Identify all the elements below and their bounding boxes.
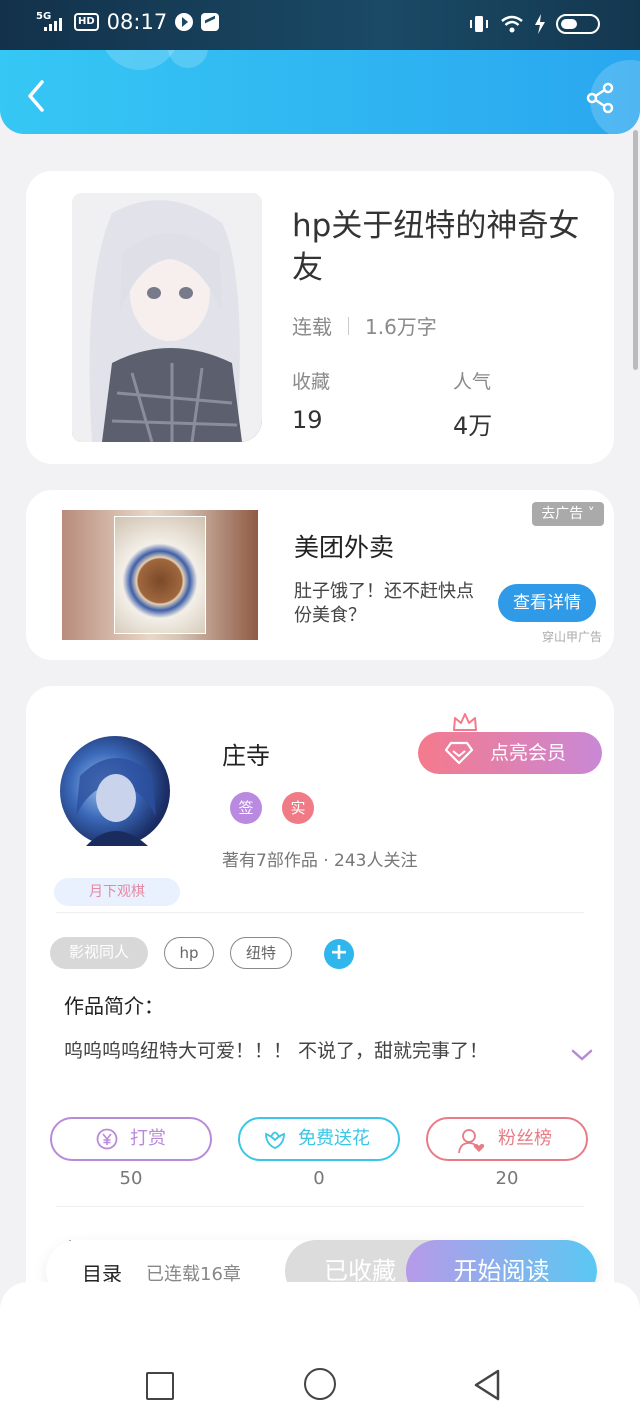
play-icon — [175, 13, 194, 31]
hd-icon: HD — [74, 13, 99, 31]
book-status: 连载 — [292, 315, 332, 339]
back-icon[interactable] — [22, 78, 52, 114]
chevron-down-icon[interactable] — [570, 1048, 594, 1062]
crown-icon — [453, 713, 477, 731]
telegram-icon — [201, 13, 220, 31]
tag-hp[interactable]: hp — [164, 937, 214, 969]
book-title: hp关于纽特的神奇女友 — [292, 208, 580, 286]
ad-title: 美团外卖 — [294, 533, 395, 562]
book-meta: 连载 1.6万字 — [292, 311, 437, 340]
home-circle-icon[interactable] — [304, 1368, 336, 1400]
status-bar: 5G HD 08:17 — [0, 0, 640, 50]
intro-heading: 作品简介： — [64, 994, 164, 1018]
ad-source: 穿山甲广告 — [541, 630, 602, 644]
ad-card[interactable]: 美团外卖 肚子饿了！还不赶快点份美食？ 去广告 ˅ 查看详情 穿山甲广告 — [26, 490, 614, 660]
flower-icon — [265, 1131, 285, 1149]
vip-button[interactable]: 点亮会员 — [418, 732, 602, 774]
fans-count: 20 — [495, 1168, 519, 1189]
vibrate-icon — [470, 16, 488, 32]
verified-badge: 实 — [282, 792, 314, 824]
battery-icon — [556, 14, 600, 34]
send-flower-button[interactable]: 免费送花 — [238, 1117, 400, 1161]
ad-details-button[interactable]: 查看详情 — [498, 584, 596, 622]
recents-square-icon[interactable] — [146, 1372, 174, 1400]
reward-button[interactable]: 打赏 — [50, 1117, 212, 1161]
yen-icon — [96, 1128, 118, 1150]
author-card: 月下观棋 庄寺 签 实 著有7部作品 · 243人关注 点亮会员 影视同人 hp… — [26, 686, 614, 1326]
stat-favorites: 收藏 19 — [292, 371, 331, 434]
flower-count: 0 — [313, 1168, 325, 1189]
system-nav-bar — [0, 1282, 640, 1422]
tag-newt[interactable]: 纽特 — [230, 937, 292, 969]
top-header — [0, 50, 640, 134]
remove-ad-button[interactable]: 去广告 ˅ — [532, 502, 604, 526]
fans-rank-button[interactable]: 粉丝榜 — [426, 1117, 588, 1161]
scrollbar[interactable] — [633, 130, 638, 370]
avatar-frame-tag: 月下观棋 — [54, 878, 180, 906]
status-time: 08:17 — [106, 10, 168, 34]
fans-icon — [458, 1129, 485, 1154]
word-count: 1.6万字 — [365, 315, 437, 339]
stat-popularity: 人气 4万 — [453, 371, 493, 440]
tag-genre[interactable]: 影视同人 — [50, 937, 148, 969]
add-tag-button[interactable]: + — [324, 939, 354, 969]
wifi-icon — [501, 15, 523, 33]
book-info-card: hp关于纽特的神奇女友 连载 1.6万字 收藏 19 人气 4万 — [26, 171, 614, 464]
ad-image[interactable] — [62, 510, 258, 640]
intro-text: 呜呜呜呜纽特大可爱！！！ 不说了，甜就完事了！ — [64, 1040, 489, 1062]
diamond-icon — [444, 741, 474, 765]
signal-icon: 5G — [36, 11, 66, 33]
ad-description: 肚子饿了！还不赶快点份美食？ — [294, 581, 474, 626]
divider — [56, 912, 584, 913]
share-icon[interactable] — [584, 82, 616, 114]
divider — [56, 1206, 584, 1207]
reward-count: 50 — [119, 1168, 143, 1189]
charging-icon — [535, 14, 545, 34]
author-name[interactable]: 庄寺 — [222, 736, 270, 771]
book-cover[interactable] — [72, 193, 262, 442]
author-info: 著有7部作品 · 243人关注 — [222, 851, 418, 871]
signed-badge: 签 — [230, 792, 262, 824]
author-avatar[interactable] — [60, 736, 170, 846]
back-triangle-icon[interactable] — [472, 1368, 502, 1402]
